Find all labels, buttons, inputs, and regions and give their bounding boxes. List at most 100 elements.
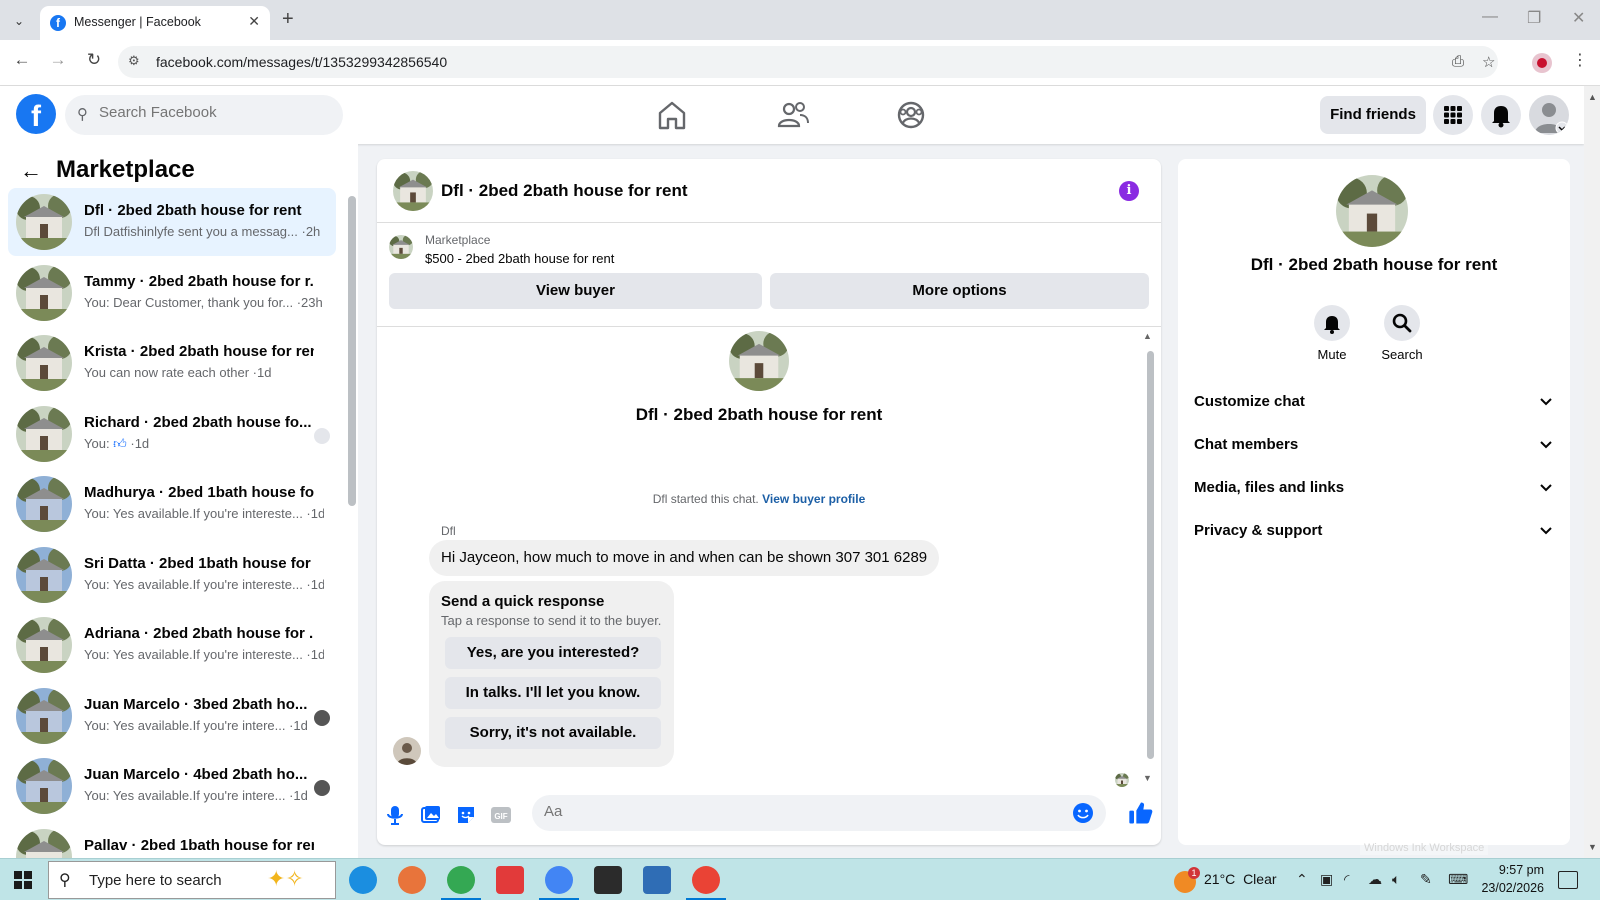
anydesk-icon[interactable]	[496, 866, 524, 894]
message-bubble[interactable]: Hi Jayceon, how much to move in and when…	[429, 540, 940, 576]
find-friends-button[interactable]: Find friends	[1320, 96, 1426, 134]
conversation-item[interactable]: Sri Datta · 2bed 1bath house for ... You:…	[8, 541, 336, 609]
conversation-avatar	[16, 335, 72, 391]
facebook-search[interactable]: ⚲	[65, 95, 343, 135]
restore-icon[interactable]: ❐	[1527, 8, 1541, 28]
chat-title[interactable]: Dfl · 2bed 2bath house for rent	[441, 181, 688, 201]
weather-text[interactable]: 21°C Clear	[1204, 871, 1277, 887]
cloud-icon[interactable]: ☁	[1368, 871, 1382, 888]
info-icon[interactable]: i	[1119, 181, 1139, 201]
meet-icon[interactable]: ▣	[1320, 871, 1333, 888]
window-close-icon[interactable]: ✕	[1572, 8, 1585, 28]
details-section-privacy-support[interactable]: Privacy & support	[1194, 512, 1554, 552]
scroll-down-icon[interactable]: ▼	[1143, 773, 1152, 783]
minimize-icon[interactable]: —	[1482, 8, 1498, 26]
calculator-icon[interactable]	[643, 866, 671, 894]
reload-icon[interactable]: ↻	[82, 50, 106, 70]
conversation-item[interactable]: Krista · 2bed 2bath house for rent You ca…	[8, 329, 336, 397]
sticker-icon[interactable]	[454, 803, 478, 827]
address-bar[interactable]: ⚙ facebook.com/messages/t/13532993428565…	[118, 46, 1498, 78]
microphone-icon[interactable]	[383, 803, 407, 827]
quick-response-yes-button[interactable]: Yes, are you interested?	[445, 637, 661, 669]
thumbs-up-icon[interactable]	[1127, 799, 1155, 827]
scroll-down-icon[interactable]: ▼	[1588, 842, 1597, 852]
conversation-item[interactable]: Adriana · 2bed 2bath house for ... You: Y…	[8, 611, 336, 679]
pen-icon[interactable]: ✎	[1420, 871, 1432, 888]
scroll-up-icon[interactable]: ▲	[1143, 331, 1152, 341]
listing-thumbnail[interactable]	[389, 235, 413, 259]
tab-search-chevron-icon[interactable]: ⌄	[8, 10, 30, 32]
bell-icon	[1492, 106, 1510, 128]
thread-scrollbar[interactable]	[1147, 351, 1154, 759]
menu-button[interactable]	[1433, 95, 1473, 135]
clock-time[interactable]: 9:57 pm	[1484, 863, 1544, 877]
groups-icon[interactable]	[893, 98, 929, 132]
message-input[interactable]	[544, 803, 1044, 820]
site-settings-icon[interactable]: ⚙	[128, 53, 140, 69]
windows-start-icon[interactable]	[14, 871, 32, 889]
new-tab-plus-icon[interactable]: +	[282, 8, 294, 31]
listing-title[interactable]: $500 - 2bed 2bath house for rent	[425, 251, 614, 266]
more-options-button[interactable]: More options	[770, 273, 1149, 309]
edge-icon[interactable]	[349, 866, 377, 894]
conversation-item[interactable]: Richard · 2bed 2bath house fo... You: 👍︎ …	[8, 400, 336, 468]
search-conversation-button[interactable]: Search	[1372, 305, 1432, 362]
bookmark-star-icon[interactable]: ☆	[1482, 53, 1495, 71]
facebook-search-input[interactable]	[99, 104, 329, 121]
conversation-item[interactable]: Pallav · 2bed 1bath house for rent	[8, 823, 336, 858]
back-arrow-icon[interactable]: ←	[20, 158, 42, 184]
mute-button[interactable]: Mute	[1302, 305, 1362, 362]
chrome-second-icon[interactable]	[686, 866, 726, 900]
details-section-customize-chat[interactable]: Customize chat	[1194, 383, 1554, 423]
notifications-icon[interactable]	[1558, 871, 1578, 889]
sticky-notes-icon[interactable]	[594, 866, 622, 894]
chrome-icon[interactable]	[441, 866, 481, 900]
url-text[interactable]: facebook.com/messages/t/1353299342856540	[156, 54, 447, 70]
conversation-list-scrollbar[interactable]	[348, 196, 356, 506]
home-icon[interactable]	[654, 98, 690, 132]
volume-icon[interactable]: 🔈︎	[1392, 871, 1400, 888]
marketplace-conversation-list: ← Marketplace Dfl · 2bed 2bath house for…	[0, 144, 358, 858]
network-icon[interactable]: ◜	[1344, 871, 1349, 888]
details-avatar[interactable]	[1336, 175, 1408, 247]
emoji-icon[interactable]	[1072, 802, 1094, 824]
friends-icon[interactable]	[775, 98, 811, 132]
conversation-item[interactable]: Juan Marcelo · 4bed 2bath ho... You: Yes …	[8, 752, 336, 820]
quick-response-not-available-button[interactable]: Sorry, it's not available.	[445, 717, 661, 749]
conversation-preview: You: Yes available.If you're intere... ·…	[84, 788, 308, 803]
windows-taskbar: ⚲ Type here to search ✦✧ 1 21°C Clear ⌃ …	[0, 858, 1600, 900]
facebook-logo-icon[interactable]: f	[16, 94, 56, 134]
taskbar-search-box[interactable]: ⚲ Type here to search ✦✧	[48, 861, 336, 899]
back-arrow-icon[interactable]: ←	[10, 50, 34, 70]
search-highlight-icon: ✦✧	[267, 866, 304, 891]
tab-close-icon[interactable]: ✕	[248, 13, 260, 30]
browser-menu-icon[interactable]: ⋮	[1572, 50, 1588, 70]
account-avatar[interactable]	[1529, 95, 1569, 135]
conversation-item[interactable]: Madhurya · 2bed 1bath house fo... You: Ye…	[8, 470, 336, 538]
install-app-icon[interactable]: ⎙	[1452, 53, 1464, 70]
message-input-container[interactable]	[532, 795, 1106, 831]
conversation-item[interactable]: Juan Marcelo · 3bed 2bath ho... You: Yes …	[8, 682, 336, 750]
browser-tab[interactable]: f Messenger | Facebook ✕	[40, 6, 270, 40]
view-buyer-button[interactable]: View buyer	[389, 273, 762, 309]
view-buyer-profile-link[interactable]: View buyer profile	[762, 492, 865, 506]
notifications-button[interactable]	[1481, 95, 1521, 135]
quick-response-in-talks-button[interactable]: In talks. I'll let you know.	[445, 677, 661, 709]
forward-arrow-icon[interactable]: →	[46, 50, 70, 70]
photo-icon[interactable]	[419, 803, 443, 827]
clock-date[interactable]: 23/02/2026	[1474, 881, 1544, 895]
app-icon[interactable]	[398, 866, 426, 894]
browser-profile-icon[interactable]	[1532, 53, 1552, 73]
chrome-profile-icon[interactable]	[539, 866, 579, 900]
tray-chevron-icon[interactable]: ⌃	[1296, 871, 1308, 888]
conversation-name: Madhurya · 2bed 1bath house fo...	[84, 484, 314, 501]
page-scrollbar[interactable]: ▲ ▼	[1584, 86, 1600, 858]
keyboard-icon[interactable]: ⌨	[1448, 871, 1468, 888]
conversation-item[interactable]: Tammy · 2bed 2bath house for r... You: De…	[8, 259, 336, 327]
gif-icon[interactable]: GIF	[489, 803, 513, 827]
details-section-media-files-and-links[interactable]: Media, files and links	[1194, 469, 1554, 509]
details-section-chat-members[interactable]: Chat members	[1194, 426, 1554, 466]
chat-avatar[interactable]	[393, 171, 433, 211]
conversation-item[interactable]: Dfl · 2bed 2bath house for rent Dfl Datfi…	[8, 188, 336, 256]
scroll-up-icon[interactable]: ▲	[1588, 92, 1597, 102]
